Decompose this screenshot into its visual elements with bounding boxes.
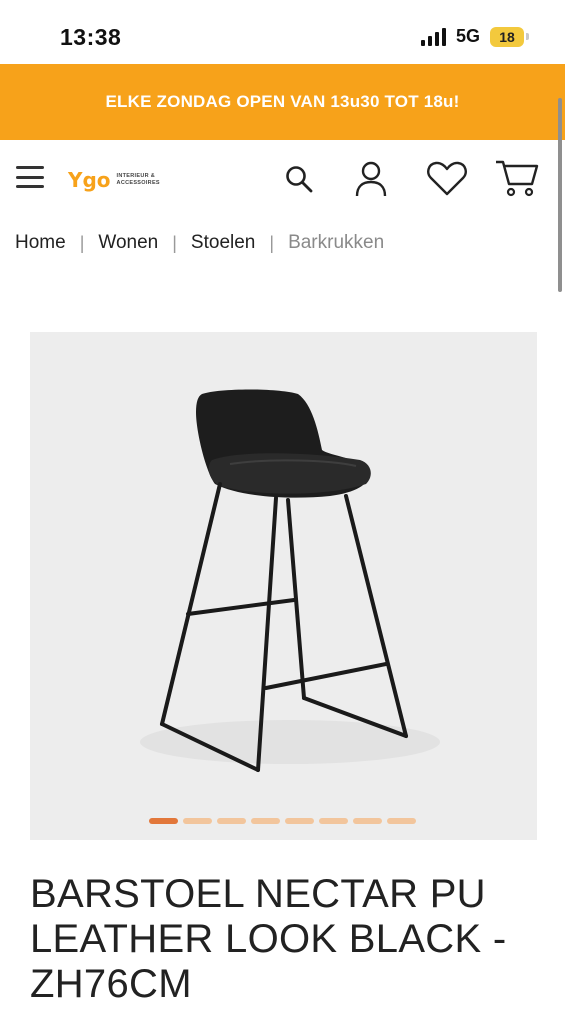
breadcrumb-home[interactable]: Home [15,232,66,254]
site-logo[interactable]: Ygo INTERIEUR & ACCESSOIRES [68,168,160,192]
site-header: Ygo INTERIEUR & ACCESSOIRES [0,140,565,222]
logo-mark: Ygo [68,168,111,192]
search-icon[interactable] [284,164,314,199]
battery-level: 18 [490,26,524,47]
signal-icon [420,27,446,46]
breadcrumb: Home | Wonen | Stoelen | Barkrukken [15,232,384,254]
battery-icon: 18 [490,26,529,47]
breadcrumb-stoelen[interactable]: Stoelen [191,232,255,254]
logo-tagline: INTERIEUR & ACCESSOIRES [116,173,160,186]
gallery-dot-2[interactable] [183,818,212,824]
network-type: 5G [455,26,480,46]
wishlist-icon[interactable] [426,160,468,203]
breadcrumb-current: Barkrukken [288,232,385,253]
breadcrumb-wonen[interactable]: Wonen [98,232,158,254]
page-scrollbar[interactable] [558,98,562,292]
gallery-pagination [0,818,565,824]
gallery-dot-4[interactable] [251,818,280,824]
product-image-gallery[interactable] [30,332,537,840]
bar-stool-image [140,389,440,772]
gallery-dot-8[interactable] [387,818,416,824]
promo-text: ELKE ZONDAG OPEN VAN 13u30 TOT 18u! [105,92,460,111]
cart-icon[interactable] [494,158,540,203]
gallery-dot-5[interactable] [285,818,314,824]
account-icon[interactable] [354,160,388,203]
breadcrumb-separator: | [79,232,85,253]
menu-icon[interactable] [16,166,44,188]
promo-banner[interactable]: ELKE ZONDAG OPEN VAN 13u30 TOT 18u! [0,64,565,140]
gallery-dot-6[interactable] [319,818,348,824]
breadcrumb-separator: | [172,232,177,253]
product-title: BARSTOEL NECTAR PU LEATHER LOOK BLACK - … [30,872,507,1006]
status-time: 13:38 [60,24,122,50]
gallery-dot-1[interactable] [149,818,178,824]
breadcrumb-separator: | [269,232,275,253]
status-indicators: 5G 18 [420,26,529,47]
gallery-dot-3[interactable] [217,818,246,824]
gallery-dot-7[interactable] [353,818,382,824]
status-bar: 13:38 5G 18 [0,0,565,64]
